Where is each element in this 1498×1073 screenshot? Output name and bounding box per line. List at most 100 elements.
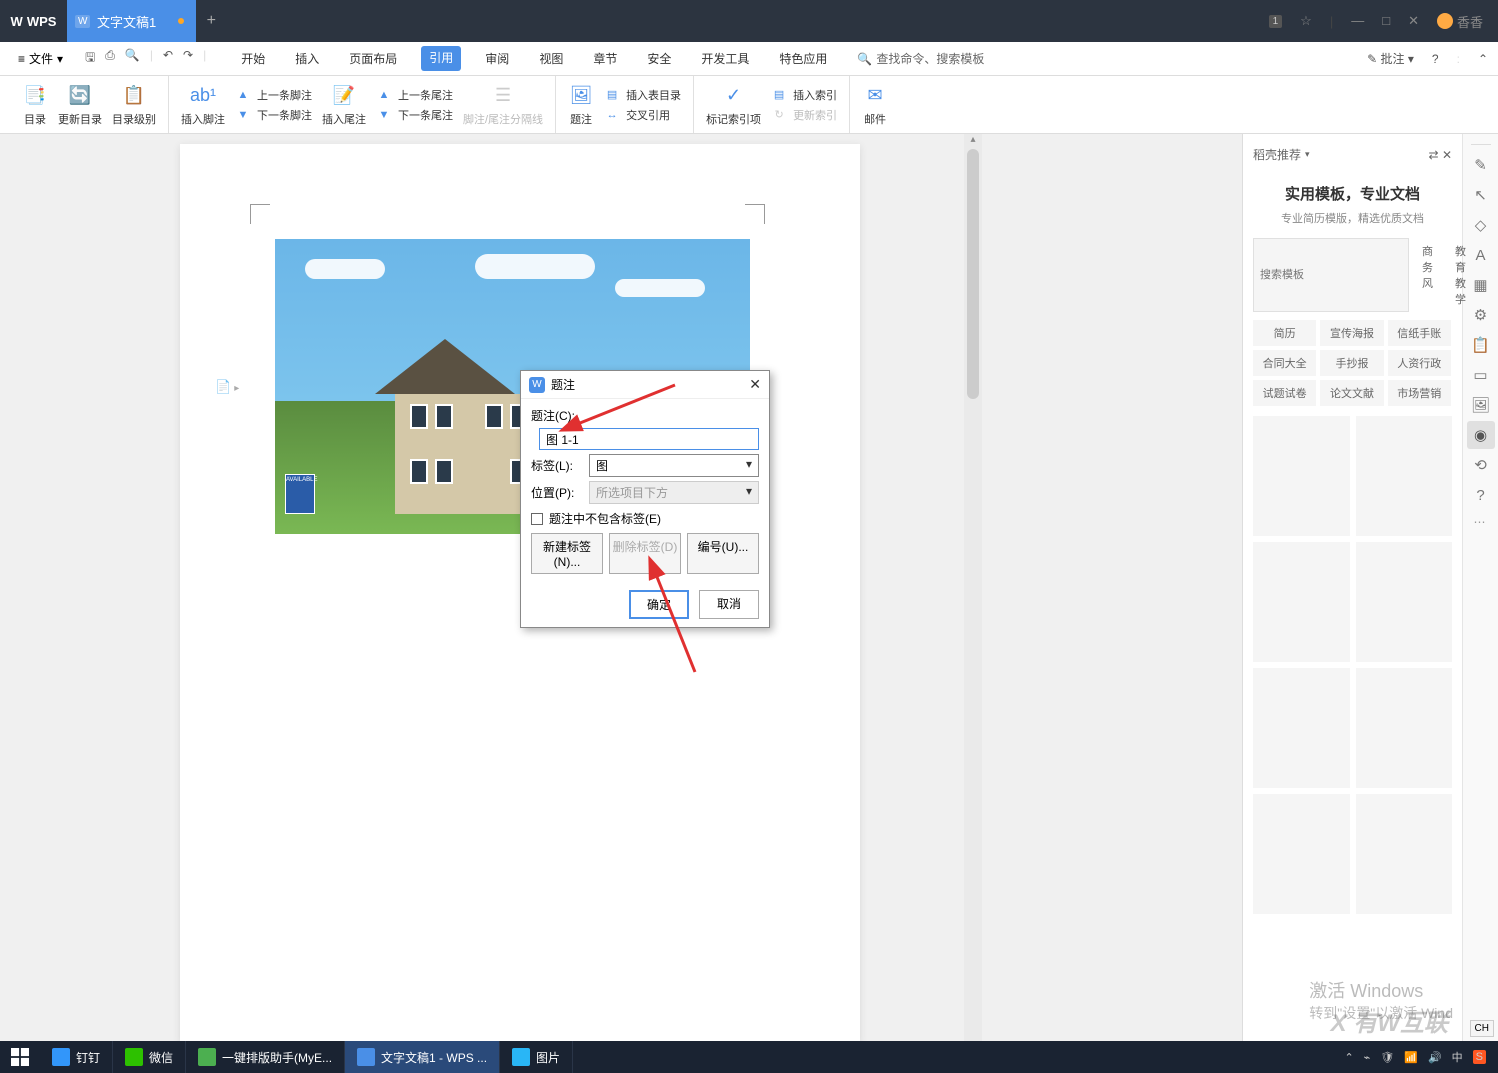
tab-dev-tools[interactable]: 开发工具 — [695, 46, 755, 71]
mark-index-button[interactable]: ✓标记索引项 — [706, 83, 761, 127]
template-thumb[interactable] — [1356, 542, 1453, 662]
tab-view[interactable]: 视图 — [533, 46, 569, 71]
insert-footnote-button[interactable]: ab¹插入脚注 — [181, 83, 225, 127]
tray-bluetooth-icon[interactable]: ⌁ — [1364, 1051, 1371, 1064]
exclude-label-checkbox[interactable]: 题注中不包含标签(E) — [531, 510, 759, 527]
print-icon[interactable]: ⎙ — [105, 48, 115, 69]
new-label-button[interactable]: 新建标签(N)... — [531, 533, 603, 574]
dock-shape-icon[interactable]: ◇ — [1467, 211, 1495, 239]
taskbar-item-image[interactable]: 图片 — [500, 1041, 573, 1073]
doc-tab[interactable]: 文字文稿1 — [67, 0, 196, 42]
dock-select-icon[interactable]: ↖ — [1467, 181, 1495, 209]
tab-page-layout[interactable]: 页面布局 — [343, 46, 403, 71]
toc-level-button[interactable]: 📋目录级别 — [112, 83, 156, 127]
taskbar-item-wechat[interactable]: 微信 — [113, 1041, 186, 1073]
insert-endnote-button[interactable]: 📝插入尾注 — [322, 83, 366, 127]
maximize-icon[interactable]: □ — [1382, 13, 1390, 29]
tray-ime-icon[interactable]: 中 — [1452, 1049, 1463, 1065]
wps-logo[interactable]: WWPS — [0, 14, 67, 29]
scroll-up-icon[interactable]: ▴ — [964, 134, 982, 149]
template-thumb[interactable] — [1253, 416, 1350, 536]
taskbar-item-dingtalk[interactable]: 钉钉 — [40, 1041, 113, 1073]
panel-close-icon[interactable]: ✕ — [1442, 148, 1452, 162]
tray-chevron-icon[interactable]: ⌃ — [1344, 1051, 1353, 1064]
redo-icon[interactable]: ↷ — [183, 48, 193, 69]
save-icon[interactable]: 🖫 — [85, 48, 95, 69]
cat-letter[interactable]: 信纸手账 — [1388, 320, 1451, 346]
taskbar-item-wps[interactable]: 文字文稿1 - WPS ... — [345, 1041, 500, 1073]
cat-resume[interactable]: 简历 — [1253, 320, 1316, 346]
template-thumb[interactable] — [1253, 542, 1350, 662]
file-menu[interactable]: ≡ 文件 ▾ — [10, 46, 71, 71]
template-thumb[interactable] — [1356, 416, 1453, 536]
panel-title[interactable]: 稻壳推荐 — [1253, 146, 1310, 163]
tab-review[interactable]: 审阅 — [479, 46, 515, 71]
add-tab-button[interactable]: + — [196, 12, 226, 30]
next-footnote-button[interactable]: ▼下一条脚注 — [235, 107, 312, 123]
dialog-close-button[interactable]: ✕ — [749, 376, 761, 393]
scroll-thumb[interactable] — [967, 149, 979, 399]
cat-marketing[interactable]: 市场营销 — [1388, 380, 1451, 406]
prev-endnote-button[interactable]: ▲上一条尾注 — [376, 87, 453, 103]
paragraph-mark: 📄 — [215, 379, 239, 395]
user-account[interactable]: 香香 — [1437, 12, 1483, 31]
favorites-icon[interactable]: ☆ — [1300, 13, 1312, 29]
filter-education[interactable]: 教育教学 — [1446, 238, 1475, 312]
template-thumb[interactable] — [1356, 668, 1453, 788]
insert-tof-button[interactable]: ▤插入表目录 — [604, 87, 681, 103]
prev-footnote-button[interactable]: ▲上一条脚注 — [235, 87, 312, 103]
cat-exam[interactable]: 试题试卷 — [1253, 380, 1316, 406]
undo-icon[interactable]: ↶ — [163, 48, 173, 69]
cat-hr[interactable]: 人资行政 — [1388, 350, 1451, 376]
search-command[interactable]: 🔍查找命令、搜索模板 — [857, 50, 984, 67]
notification-badge[interactable]: 1 — [1269, 15, 1283, 28]
caption-button[interactable]: 🖼题注 — [568, 83, 594, 127]
tray-volume-icon[interactable]: 🔊 — [1428, 1051, 1442, 1064]
cat-poster[interactable]: 宣传海报 — [1320, 320, 1383, 346]
tab-security[interactable]: 安全 — [641, 46, 677, 71]
cat-handcopy[interactable]: 手抄报 — [1320, 350, 1383, 376]
dock-template-icon[interactable]: ◉ — [1467, 421, 1495, 449]
preview-icon[interactable]: 🔍 — [125, 48, 140, 69]
label-select[interactable]: 图 — [589, 454, 759, 477]
tray-network-icon[interactable]: 📶 — [1404, 1051, 1418, 1064]
start-button[interactable] — [0, 1041, 40, 1073]
system-tray[interactable]: ⌃ ⌁ 🛡 📶 🔊 中 S — [1332, 1049, 1498, 1065]
tab-start[interactable]: 开始 — [235, 46, 271, 71]
template-search-input[interactable] — [1253, 238, 1409, 312]
tab-reference[interactable]: 引用 — [421, 46, 461, 71]
tab-special[interactable]: 特色应用 — [773, 46, 833, 71]
template-thumb[interactable] — [1253, 668, 1350, 788]
template-thumb[interactable] — [1253, 794, 1350, 914]
panel-menu-icon[interactable]: ⇄ — [1429, 148, 1439, 162]
insert-index-button[interactable]: ▤插入索引 — [771, 87, 837, 103]
tab-chapter[interactable]: 章节 — [587, 46, 623, 71]
help-icon[interactable]: ? — [1432, 52, 1439, 66]
dock-clipboard-icon[interactable]: 📋 — [1467, 331, 1495, 359]
tray-shield-icon[interactable]: 🛡 — [1380, 1051, 1394, 1064]
cat-paper[interactable]: 论文文献 — [1320, 380, 1383, 406]
dock-image-icon[interactable]: 🖼 — [1467, 391, 1495, 419]
language-indicator[interactable]: CH — [1470, 1020, 1494, 1037]
next-endnote-button[interactable]: ▼下一条尾注 — [376, 107, 453, 123]
dock-more-icon[interactable]: ⋯ — [1474, 515, 1488, 529]
vertical-scrollbar[interactable]: ▴ ▾ — [964, 134, 982, 1073]
collapse-ribbon-icon[interactable]: ⌃ — [1478, 52, 1488, 66]
dock-help-icon[interactable]: ? — [1467, 481, 1495, 509]
annotate-button[interactable]: ✎ 批注 ▾ — [1367, 50, 1414, 67]
dock-layout-icon[interactable]: ▭ — [1467, 361, 1495, 389]
update-toc-button[interactable]: 🔄更新目录 — [58, 83, 102, 127]
dock-link-icon[interactable]: ⟲ — [1467, 451, 1495, 479]
cross-ref-button[interactable]: ↔交叉引用 — [604, 107, 681, 123]
filter-business[interactable]: 商务风 — [1413, 238, 1442, 312]
close-window-icon[interactable]: ✕ — [1408, 13, 1419, 29]
template-thumb[interactable] — [1356, 794, 1453, 914]
mail-button[interactable]: ✉邮件 — [862, 83, 888, 127]
dock-pen-icon[interactable]: ✎ — [1467, 151, 1495, 179]
taskbar-item-typeset[interactable]: 一键排版助手(MyE... — [186, 1041, 345, 1073]
tab-insert[interactable]: 插入 — [289, 46, 325, 71]
cat-contract[interactable]: 合同大全 — [1253, 350, 1316, 376]
tray-sogou-icon[interactable]: S — [1473, 1050, 1486, 1064]
toc-button[interactable]: 📑目录 — [22, 83, 48, 127]
minimize-icon[interactable]: — — [1351, 13, 1364, 29]
